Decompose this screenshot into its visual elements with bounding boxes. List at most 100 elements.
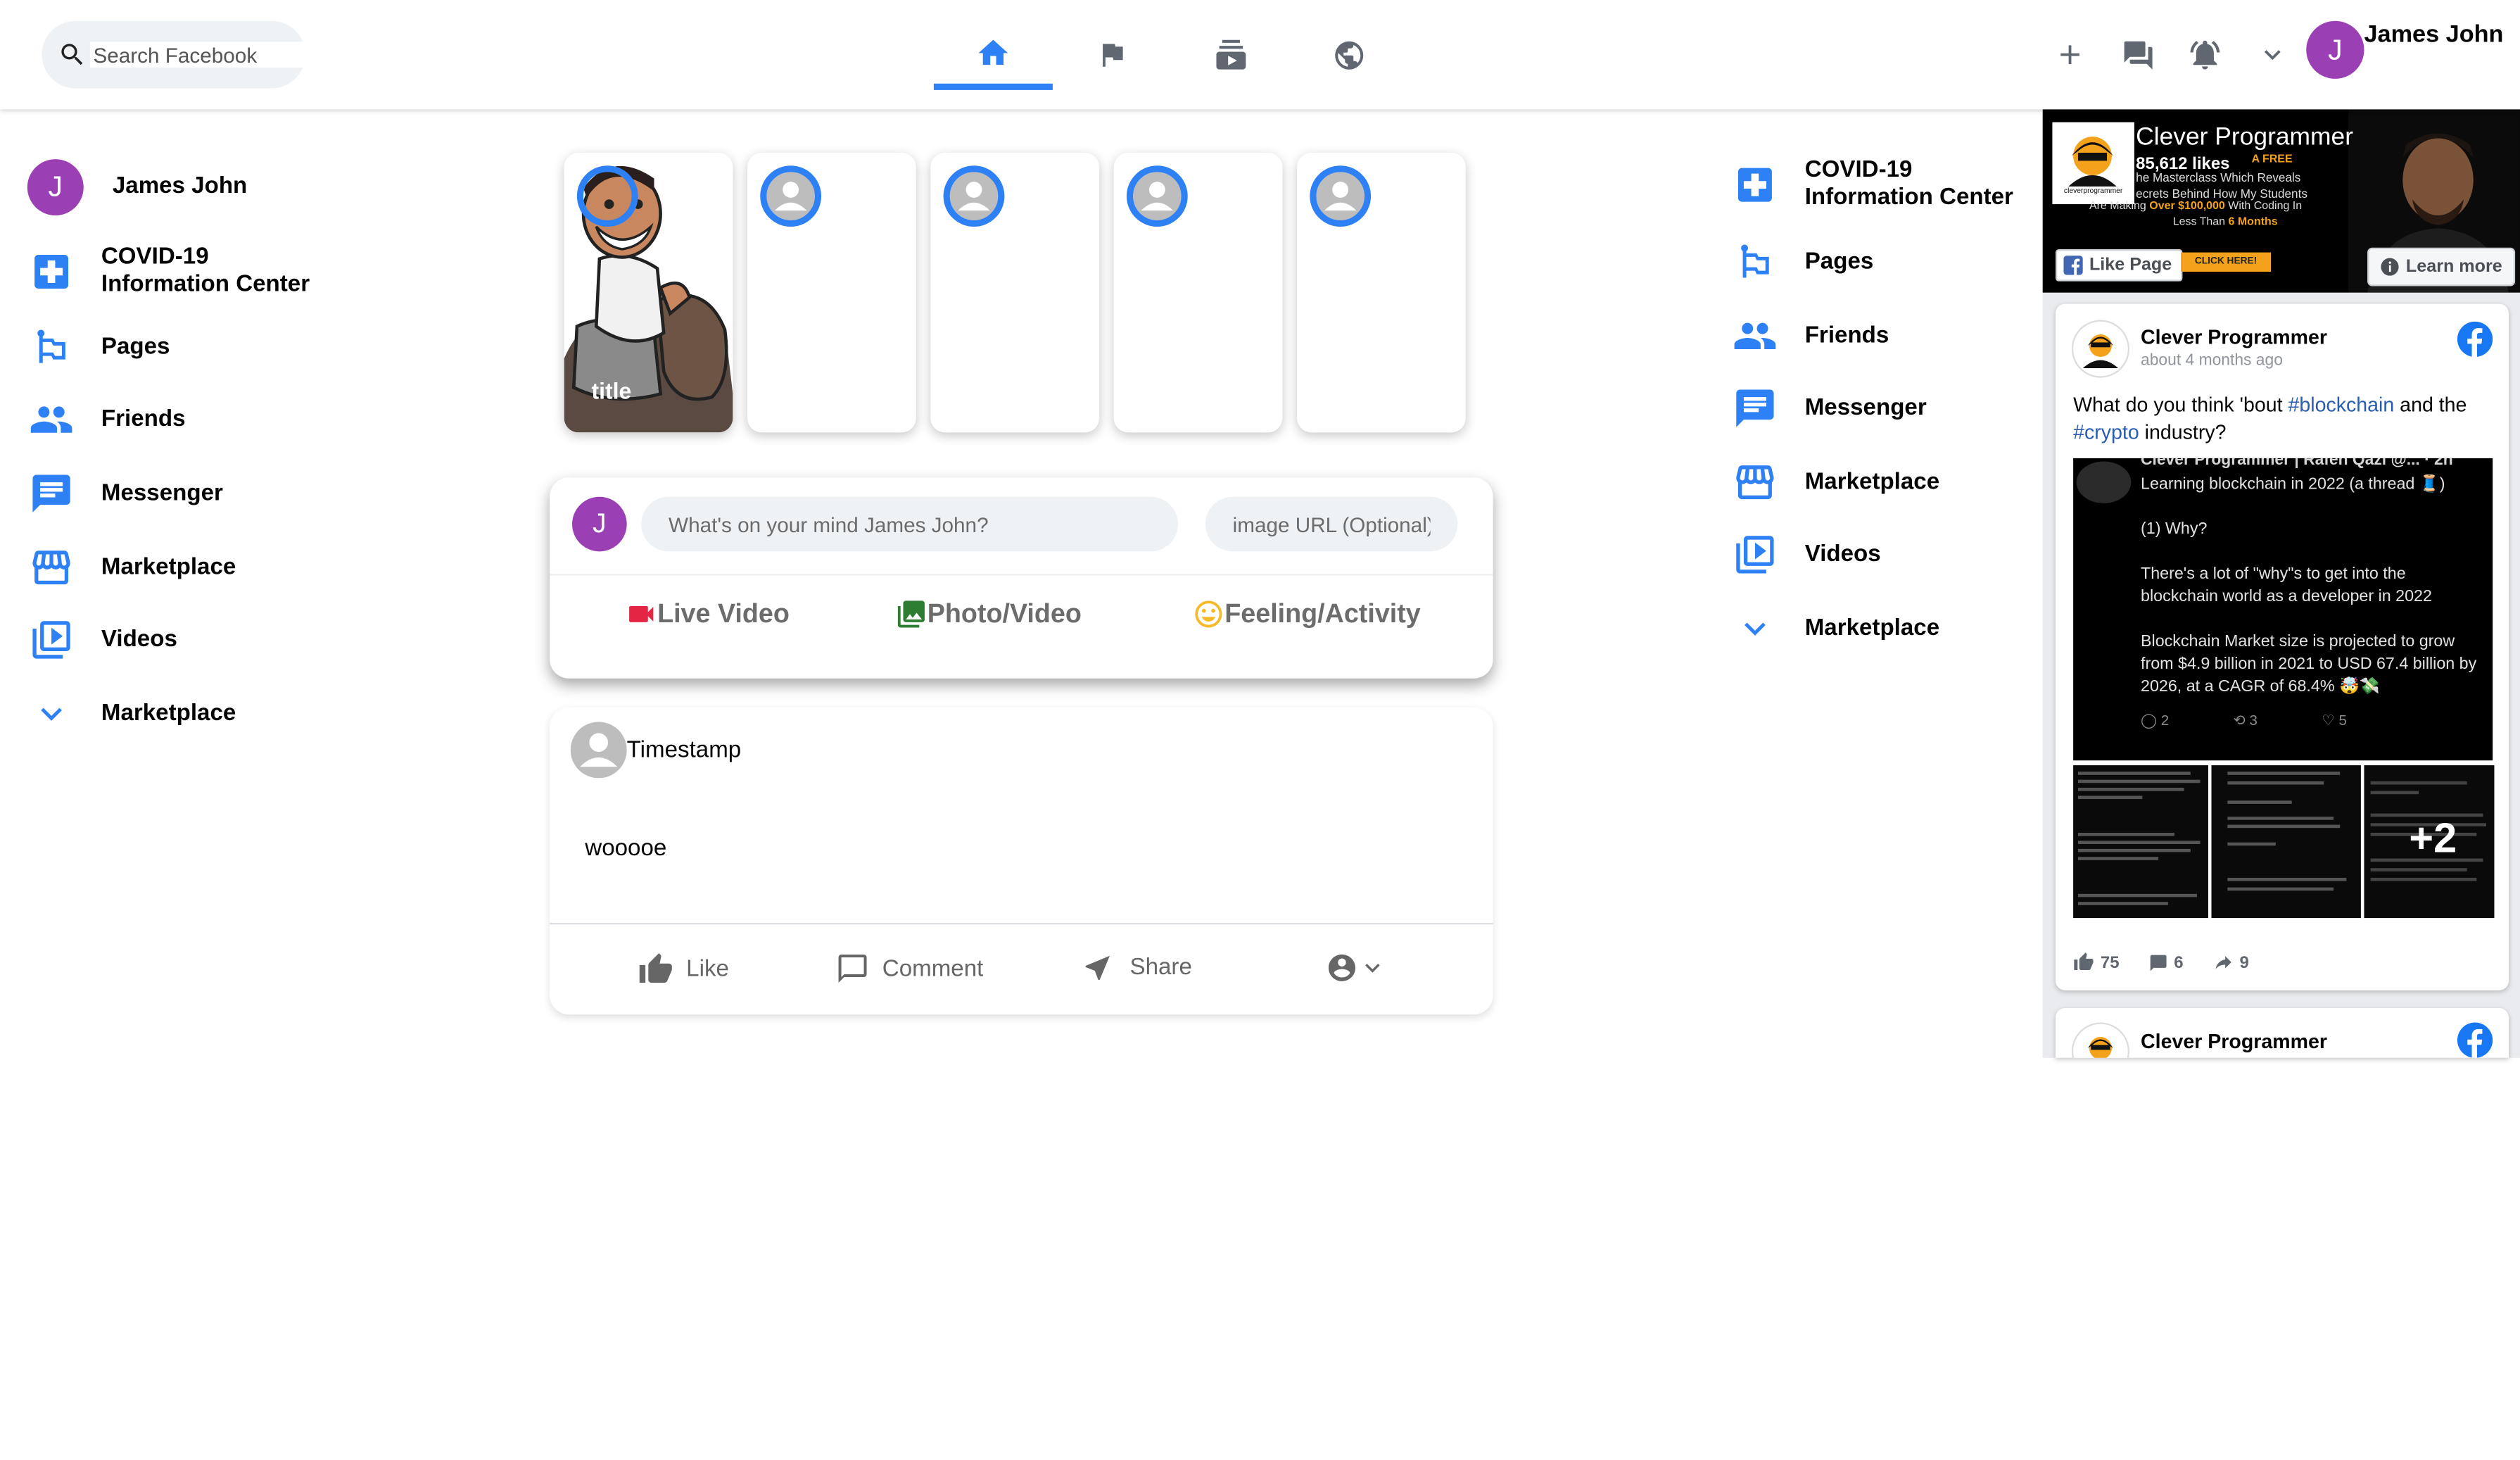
tweet-header: Clever Programmer | Rafeh Qazi @... · 2h bbox=[2141, 458, 2453, 470]
share-count[interactable]: 9 bbox=[2240, 952, 2249, 971]
tweet-body: Learning blockchain in 2022 (a thread 🧵)… bbox=[2141, 476, 2477, 696]
page-post-author[interactable]: Clever Programmer bbox=[2141, 327, 2327, 349]
composer-divider bbox=[550, 574, 1493, 576]
nav-tab-watch[interactable] bbox=[1172, 23, 1291, 87]
composer-message-input[interactable] bbox=[641, 496, 1179, 552]
right-sidebar-item-pages[interactable]: Pages bbox=[1731, 238, 1873, 287]
photo-video-option[interactable]: Photo/Video bbox=[895, 598, 1082, 631]
right-sidebar-item-friends[interactable]: Friends bbox=[1731, 312, 1889, 360]
hashtag-link[interactable]: #blockchain bbox=[2288, 394, 2394, 417]
facebook-clone-page: J James John J James John COVID-19 Infor… bbox=[0, 0, 2520, 1460]
header-user-name[interactable]: James John bbox=[2364, 21, 2503, 49]
video-library-icon bbox=[1731, 531, 1780, 579]
sidebar-item-more[interactable]: Marketplace bbox=[27, 690, 236, 738]
right-sidebar-item-marketplace[interactable]: Marketplace bbox=[1731, 458, 1940, 507]
local-hospital-icon bbox=[27, 248, 76, 296]
right-sidebar-item-label: Marketplace bbox=[1804, 468, 1940, 495]
near-me-icon bbox=[1082, 952, 1114, 984]
learn-more-button[interactable]: Learn more bbox=[2367, 247, 2516, 287]
facebook-logo-icon[interactable] bbox=[2457, 321, 2493, 358]
share-button[interactable]: Share bbox=[1082, 952, 1192, 984]
story-title: title bbox=[591, 377, 632, 404]
like-label: Like bbox=[686, 956, 729, 983]
sidebar-item-messenger[interactable]: Messenger bbox=[27, 470, 223, 518]
tweet-retweets: ⟲ 3 bbox=[2233, 712, 2258, 729]
right-sidebar-item-messenger[interactable]: Messenger bbox=[1731, 384, 1927, 433]
sidebar-item-pages[interactable]: Pages bbox=[27, 323, 170, 372]
expand-more-icon bbox=[2256, 39, 2288, 71]
story-card[interactable] bbox=[930, 152, 1100, 433]
video-library-icon bbox=[27, 616, 76, 665]
page-post-time[interactable]: about 4 months ago bbox=[2141, 352, 2283, 370]
header-avatar[interactable]: J bbox=[2306, 20, 2364, 79]
live-video-option[interactable]: Live Video bbox=[625, 598, 790, 631]
sidebar-item-marketplace[interactable]: Marketplace bbox=[27, 543, 236, 592]
page-name[interactable]: Clever Programmer bbox=[2136, 124, 2353, 153]
tweet-stats: ◯ 2 ⟲ 3 ♡ 5 bbox=[2141, 712, 2347, 730]
composer-image-url-input[interactable] bbox=[1205, 496, 1458, 552]
page-post-author[interactable]: Clever Programmer bbox=[2141, 1031, 2327, 1053]
feeling-activity-option[interactable]: Feeling/Activity bbox=[1193, 598, 1421, 631]
page-post-thumbnail-more[interactable]: +2 bbox=[2364, 765, 2495, 919]
search-input[interactable] bbox=[89, 42, 335, 68]
page-logo: cleverprogrammer bbox=[2052, 122, 2134, 205]
nav-tab-pages[interactable] bbox=[1053, 23, 1172, 87]
page-post-thumbnail[interactable] bbox=[2211, 765, 2361, 919]
chat-bubble-outline-icon bbox=[836, 952, 870, 986]
facebook-logo-icon[interactable] bbox=[2457, 1022, 2493, 1058]
right-sidebar-item-label: Messenger bbox=[1804, 394, 1927, 421]
subscriptions-icon bbox=[1213, 37, 1248, 73]
page-post-card: Clever Programmer about 4 months ago Wha… bbox=[2055, 303, 2509, 990]
home-icon bbox=[975, 35, 1011, 70]
sidebar-profile[interactable]: J James John bbox=[27, 159, 247, 216]
photo-library-icon bbox=[895, 598, 927, 631]
post-audience-button[interactable] bbox=[1326, 952, 1387, 984]
post-message: wooooe bbox=[585, 836, 667, 862]
comment-button[interactable]: Comment bbox=[836, 952, 983, 986]
search-icon bbox=[58, 40, 87, 69]
videocam-icon bbox=[625, 598, 657, 631]
tweet-avatar bbox=[2076, 461, 2132, 503]
like-page-button[interactable]: Like Page bbox=[2055, 248, 2183, 282]
insert-emoticon-icon bbox=[1193, 598, 1225, 631]
tweet-likes-count: 5 bbox=[2338, 712, 2347, 729]
story-card[interactable] bbox=[1297, 152, 1466, 433]
story-card[interactable] bbox=[747, 152, 916, 433]
sidebar-item-videos[interactable]: Videos bbox=[27, 616, 177, 665]
comment-icon bbox=[2148, 952, 2167, 971]
story-card[interactable] bbox=[1113, 152, 1283, 433]
reaction-count[interactable]: 75 bbox=[2101, 952, 2120, 971]
top-header: J James John bbox=[0, 0, 2520, 110]
right-sidebar-item-videos[interactable]: Videos bbox=[1731, 531, 1881, 579]
sidebar-item-covid[interactable]: COVID-19 Information Center bbox=[27, 244, 327, 299]
post-avatar bbox=[570, 722, 627, 779]
right-sidebar-item-more[interactable]: Marketplace bbox=[1731, 605, 1939, 653]
add-button[interactable] bbox=[2046, 32, 2094, 77]
search-bar[interactable] bbox=[42, 20, 335, 89]
page-post-stats: 75 6 9 bbox=[2073, 952, 2249, 973]
nav-tab-groups[interactable] bbox=[1289, 23, 1408, 87]
page-post-text: What do you think 'bout #blockchain and … bbox=[2073, 392, 2494, 447]
live-video-label: Live Video bbox=[657, 598, 790, 628]
tweet-replies-count: 2 bbox=[2160, 712, 2170, 729]
page-post-image[interactable]: Clever Programmer | Rafeh Qazi @... · 2h… bbox=[2073, 458, 2493, 761]
banner-text-4-pre: Are Making bbox=[2089, 201, 2150, 213]
story-avatar bbox=[760, 165, 822, 227]
photo-video-label: Photo/Video bbox=[927, 598, 1082, 628]
notifications-button[interactable] bbox=[2181, 32, 2229, 77]
account-menu-button[interactable] bbox=[2248, 32, 2297, 77]
like-button[interactable]: Like bbox=[638, 952, 729, 987]
right-sidebar-item-covid[interactable]: COVID-19 Information Center bbox=[1731, 158, 2030, 213]
messenger-button[interactable] bbox=[2113, 32, 2162, 77]
hashtag-link[interactable]: #crypto bbox=[2073, 421, 2139, 443]
expand-more-icon bbox=[1731, 605, 1780, 653]
sidebar-item-friends[interactable]: Friends bbox=[27, 396, 185, 444]
sidebar-item-label: COVID-19 Information Center bbox=[101, 244, 310, 298]
banner-text-4-post: With Coding In bbox=[2224, 201, 2303, 213]
banner-text-1: A FREE bbox=[2251, 154, 2293, 166]
nav-tab-home[interactable] bbox=[933, 23, 1053, 90]
page-post-thumbnail[interactable] bbox=[2073, 765, 2208, 919]
comment-count[interactable]: 6 bbox=[2174, 952, 2183, 971]
chat-icon bbox=[27, 470, 76, 518]
story-card[interactable]: title bbox=[564, 152, 733, 433]
